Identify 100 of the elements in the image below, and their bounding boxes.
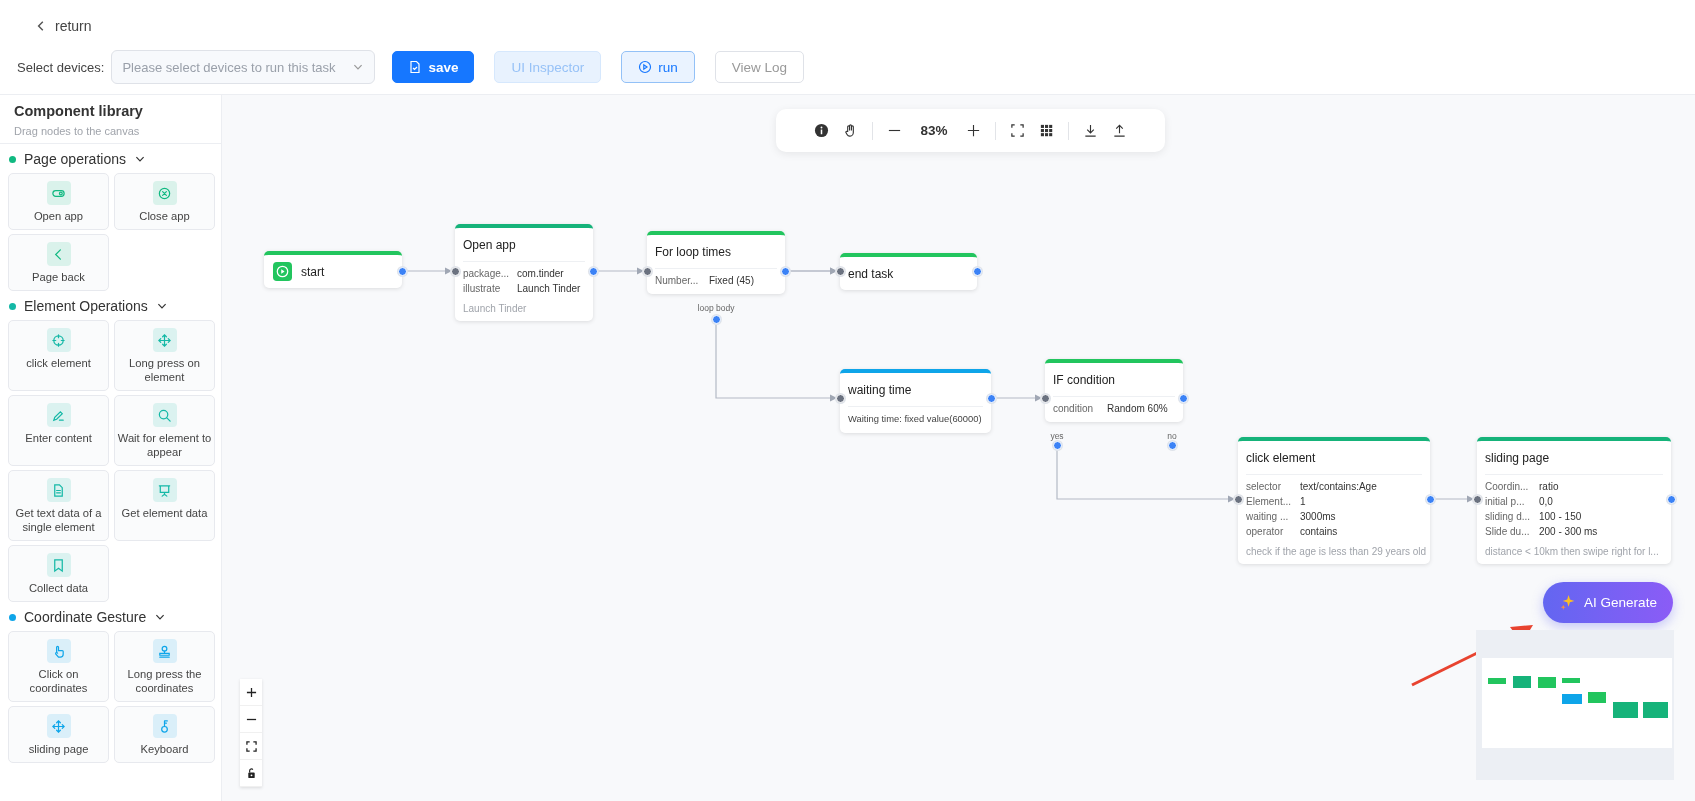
info-icon[interactable] <box>814 123 830 138</box>
plus-icon <box>245 686 257 698</box>
port-handle[interactable] <box>1179 394 1188 403</box>
play-icon <box>638 60 653 74</box>
port-handle[interactable] <box>398 267 407 276</box>
component-tile[interactable]: Collect data <box>8 545 109 602</box>
port-handle[interactable] <box>1426 495 1435 504</box>
field-value: 0,0 <box>1539 495 1553 508</box>
field-label: Coordin... <box>1485 480 1530 493</box>
field-value: com.tinder <box>517 267 564 280</box>
component-tile[interactable]: sliding page <box>8 706 109 763</box>
port-handle[interactable] <box>451 267 460 276</box>
node-title: end task <box>848 267 894 281</box>
fullscreen-icon[interactable] <box>1009 123 1025 138</box>
flow-node[interactable]: Open app package... com.tinder illustrate Launch Tinder Launch Tinder <box>455 224 593 321</box>
flow-node[interactable]: click element selector text/contains:Age Element... 1 waiting ... 3000ms operator contains check if the age is less than 29 years old <box>1238 437 1430 564</box>
move-icon <box>51 718 66 734</box>
node-note: distance < 10km then swipe right for l... <box>1485 546 1660 557</box>
flow-node[interactable]: waiting time Waiting time: fixed value(60000) <box>840 369 991 433</box>
flow-node[interactable]: end task <box>840 253 977 290</box>
field-label: package... <box>463 267 511 280</box>
bookmark-icon <box>51 557 66 573</box>
port-handle[interactable] <box>1234 495 1243 504</box>
node-title: sliding page <box>1485 451 1550 465</box>
field-value: Fixed (45) <box>709 274 754 287</box>
node-title: Open app <box>463 238 516 252</box>
flow-node[interactable]: start <box>264 251 402 288</box>
upload-icon[interactable] <box>1111 123 1127 138</box>
component-tile[interactable]: Keyboard <box>114 706 215 763</box>
component-tile[interactable]: Page back <box>8 234 109 291</box>
field-value: 100 - 150 <box>1539 510 1582 523</box>
port-handle[interactable] <box>1053 441 1062 450</box>
field-label: operator <box>1246 525 1285 538</box>
port-handle[interactable] <box>712 315 721 324</box>
component-tile[interactable]: Open app <box>8 173 109 230</box>
document-check-icon <box>408 60 423 74</box>
port-label: yes <box>1050 431 1064 441</box>
port-handle[interactable] <box>1473 495 1482 504</box>
flow-node[interactable]: sliding page Coordin... ratio initial p... 0,0 sliding d... 100 - 150 Slide du... 200 - 300 ms distance < 10km then swipe right for l... <box>1477 437 1671 564</box>
component-tile[interactable]: Get element data <box>114 470 215 541</box>
field-value: text/contains:Age <box>1300 480 1377 493</box>
port-handle[interactable] <box>836 394 845 403</box>
tile-label: Long press the coordinates <box>126 667 203 695</box>
play-icon <box>273 262 292 281</box>
download-icon[interactable] <box>1082 123 1098 138</box>
flow-node[interactable]: IF condition condition Random 60% <box>1045 359 1183 422</box>
tile-label: Enter content <box>25 431 92 445</box>
save-button[interactable]: save <box>392 51 475 83</box>
component-tile[interactable]: Click on coordinates <box>8 631 109 702</box>
circle-x-icon <box>157 185 172 201</box>
port-handle[interactable] <box>836 267 845 276</box>
zoom-in-button[interactable] <box>240 679 262 706</box>
sidebar-subtitle: Drag nodes to the canvas <box>14 125 141 137</box>
port-handle[interactable] <box>589 267 598 276</box>
component-tile[interactable]: click element <box>8 320 109 391</box>
port-handle[interactable] <box>643 267 652 276</box>
section-header[interactable]: Coordinate Gesture <box>8 608 167 626</box>
ai-generate-button[interactable]: AI Generate <box>1543 582 1673 623</box>
lock-icon <box>245 767 257 779</box>
port-handle[interactable] <box>781 267 790 276</box>
sidebar-title: Component library <box>14 103 144 119</box>
minimap-panel[interactable] <box>1476 630 1674 780</box>
lock-button[interactable] <box>240 760 262 787</box>
component-tile[interactable]: Close app <box>114 173 215 230</box>
component-tile[interactable]: Long press the coordinates <box>114 631 215 702</box>
node-title: For loop times <box>655 245 732 259</box>
run-button[interactable]: run <box>621 51 695 83</box>
field-value: 1 <box>1300 495 1306 508</box>
port-label: loop body <box>697 303 735 313</box>
port-handle[interactable] <box>987 394 996 403</box>
tile-label: Get element data <box>121 506 208 520</box>
field-label: Number... <box>655 274 700 287</box>
field-label: condition <box>1053 402 1095 415</box>
field-label: illustrate <box>463 282 502 295</box>
node-title: start <box>301 264 325 279</box>
port-handle[interactable] <box>1168 441 1177 450</box>
component-tile[interactable]: Long press on element <box>114 320 215 391</box>
grid-icon[interactable] <box>1038 123 1054 138</box>
document-icon <box>51 482 66 498</box>
zoom-level: 83% <box>920 123 948 138</box>
flow-node[interactable]: For loop times Number... Fixed (45) <box>647 231 785 294</box>
component-tile[interactable]: Enter content <box>8 395 109 466</box>
field-value: 200 - 300 ms <box>1539 525 1598 538</box>
tile-label: Open app <box>33 209 84 223</box>
zoom-in-icon[interactable] <box>965 123 981 138</box>
port-handle[interactable] <box>973 267 982 276</box>
search-icon <box>157 407 172 423</box>
field-label: Slide du... <box>1485 525 1531 538</box>
return-link[interactable]: return <box>35 16 92 36</box>
node-title: waiting time <box>848 383 912 397</box>
section-header[interactable]: Page operations <box>8 150 146 168</box>
section-header[interactable]: Element Operations <box>8 297 168 315</box>
port-handle[interactable] <box>1041 394 1050 403</box>
tile-label: Page back <box>32 270 85 284</box>
field-value: Launch Tinder <box>517 282 581 295</box>
component-tile[interactable]: Wait for element to appear <box>114 395 215 466</box>
component-tile[interactable]: Get text data of a single element <box>8 470 109 541</box>
fit-view-button[interactable] <box>240 733 262 760</box>
node-note: Launch Tinder <box>463 303 528 314</box>
port-handle[interactable] <box>1667 495 1676 504</box>
